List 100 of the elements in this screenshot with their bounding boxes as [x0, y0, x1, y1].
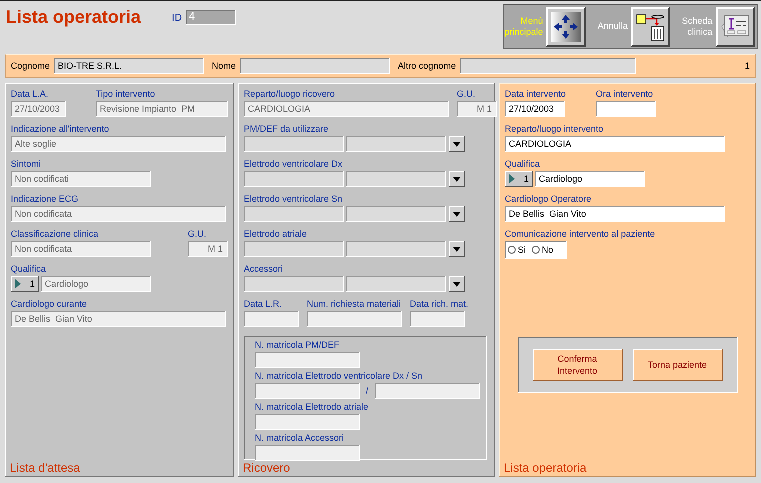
input-field[interactable] [596, 101, 656, 117]
field-label: Elettrodo ventricolare Dx [244, 159, 344, 170]
cancel-button[interactable] [630, 6, 670, 46]
input-field[interactable] [255, 383, 360, 399]
input-field[interactable]: BIO-TRE S.R.L. [54, 58, 204, 74]
caret-icon [453, 212, 461, 216]
caret-icon [453, 142, 461, 146]
input-field[interactable] [307, 311, 402, 327]
dropdown-field[interactable] [346, 241, 446, 257]
confirm-button[interactable]: Conferma Intervento [532, 349, 622, 381]
dropdown-button[interactable] [449, 171, 465, 187]
input-field[interactable]: Non codificati [11, 171, 151, 187]
field-label: G.U. [188, 229, 208, 240]
input-field[interactable]: 27/10/2003 [11, 101, 66, 117]
field-label: Num. richiesta materiali [307, 299, 402, 310]
input-field[interactable]: CARDIOLOGIA [244, 101, 449, 117]
input-field[interactable]: De Bellis Gian Vito [505, 206, 725, 222]
field-label: N. matricola Elettrodo atriale [255, 402, 370, 413]
field-label: Cognome [11, 61, 50, 71]
input-field[interactable]: M 1 [188, 241, 228, 257]
caret-icon [453, 282, 461, 286]
form-title: Lista operatoria [6, 7, 142, 28]
selector-button[interactable]: 1 [505, 171, 533, 187]
field-label: Elettrodo ventricolare Sn [244, 194, 344, 205]
field-label: Qualifica [11, 264, 48, 275]
input-field[interactable]: M 1 [457, 101, 497, 117]
dropdown-field[interactable] [346, 206, 446, 222]
field-label: Qualifica [505, 159, 542, 170]
input-field[interactable]: Revisione Impianto PM [96, 101, 228, 117]
menu-button[interactable] [546, 6, 586, 46]
dropdown-button[interactable] [449, 206, 465, 222]
dropdown-button[interactable] [449, 241, 465, 257]
field-label: N. matricola Accessori [255, 433, 346, 444]
field-label: Altro cognome [398, 61, 456, 71]
caret-icon [453, 176, 461, 182]
input-field[interactable] [255, 352, 360, 368]
field-label: Cardiologo Operatore [505, 194, 593, 205]
toolbar-label: Scheda clinica [681, 16, 713, 38]
play-icon [509, 174, 515, 184]
field-label: Ora intervento [596, 89, 654, 100]
input-field[interactable]: 27/10/2003 [505, 101, 565, 117]
field-label: Nome [212, 61, 236, 71]
dropdown-field[interactable] [346, 136, 446, 152]
field-label: Reparto/luogo intervento [505, 124, 605, 135]
play-icon [15, 279, 21, 289]
field-label: Sintomi [11, 159, 42, 170]
input-field[interactable] [244, 206, 344, 222]
field-label: Data L.R. [244, 299, 284, 310]
radio-option[interactable]: No [532, 245, 554, 255]
input-field[interactable] [374, 383, 480, 399]
field-label: Elettrodo atriale [244, 229, 308, 240]
selector-button[interactable]: 1 [11, 276, 39, 292]
separator-text: / [366, 386, 369, 396]
field-label: N. matricola PM/DEF [255, 340, 341, 351]
field-label: Indicazione ECG [11, 194, 80, 205]
input-field[interactable] [244, 171, 344, 187]
field-label: Data intervento [505, 89, 566, 100]
field-label: Comunicazione intervento al paziente [505, 229, 656, 240]
toolbar-label: Menù principale [504, 16, 544, 38]
input-field[interactable]: CARDIOLOGIA [505, 136, 725, 152]
clinical-record-button[interactable] [716, 6, 755, 46]
input-field[interactable] [244, 136, 344, 152]
field-label: PM/DEF da utilizzare [244, 124, 330, 135]
panel-title: Ricovero [243, 461, 292, 476]
id-label: ID [172, 13, 182, 24]
input-field[interactable] [255, 414, 360, 430]
record-count: 1 [744, 61, 750, 71]
dropdown-field[interactable] [346, 276, 446, 292]
field-label: Data rich. mat. [410, 299, 469, 310]
field-label: Classificazione clinica [11, 229, 100, 240]
field-label: Indicazione all'intervento [11, 124, 110, 135]
field-label: Accessori [244, 264, 284, 275]
input-field[interactable] [410, 311, 465, 327]
caret-icon [453, 246, 461, 252]
input-field[interactable]: Cardiologo [535, 171, 645, 187]
input-field[interactable] [244, 276, 344, 292]
toolbar-label: Annulla [596, 21, 628, 32]
input-field[interactable] [240, 58, 390, 74]
input-field[interactable]: Non codificata [11, 206, 226, 222]
panel-title: Lista d'attesa [10, 461, 82, 476]
dropdown-button[interactable] [449, 136, 465, 152]
input-field[interactable] [460, 58, 636, 74]
input-field[interactable]: Alte soglie [11, 136, 226, 152]
field-label: G.U. [457, 89, 477, 100]
input-field[interactable] [244, 241, 344, 257]
input-field[interactable]: De Bellis Gian Vito [11, 311, 226, 327]
back-button[interactable]: Torna paziente [632, 349, 722, 381]
radio-option[interactable]: Si [508, 245, 526, 255]
dropdown-field[interactable] [346, 171, 446, 187]
input-field[interactable] [244, 311, 299, 327]
field-label: N. matricola Elettrodo ventricolare Dx / Sn [255, 371, 424, 382]
field-label: Tipo intervento [96, 89, 156, 100]
input-field[interactable]: Cardiologo [41, 276, 151, 292]
field-label: Cardiologo curante [11, 299, 88, 310]
input-field[interactable] [255, 445, 360, 461]
field-label: Reparto/luogo ricovero [244, 89, 336, 100]
panel-title: Lista operatoria [504, 461, 588, 476]
input-field[interactable]: Non codificata [11, 241, 151, 257]
field-label: Data L.A. [11, 89, 50, 100]
dropdown-button[interactable] [449, 276, 465, 292]
